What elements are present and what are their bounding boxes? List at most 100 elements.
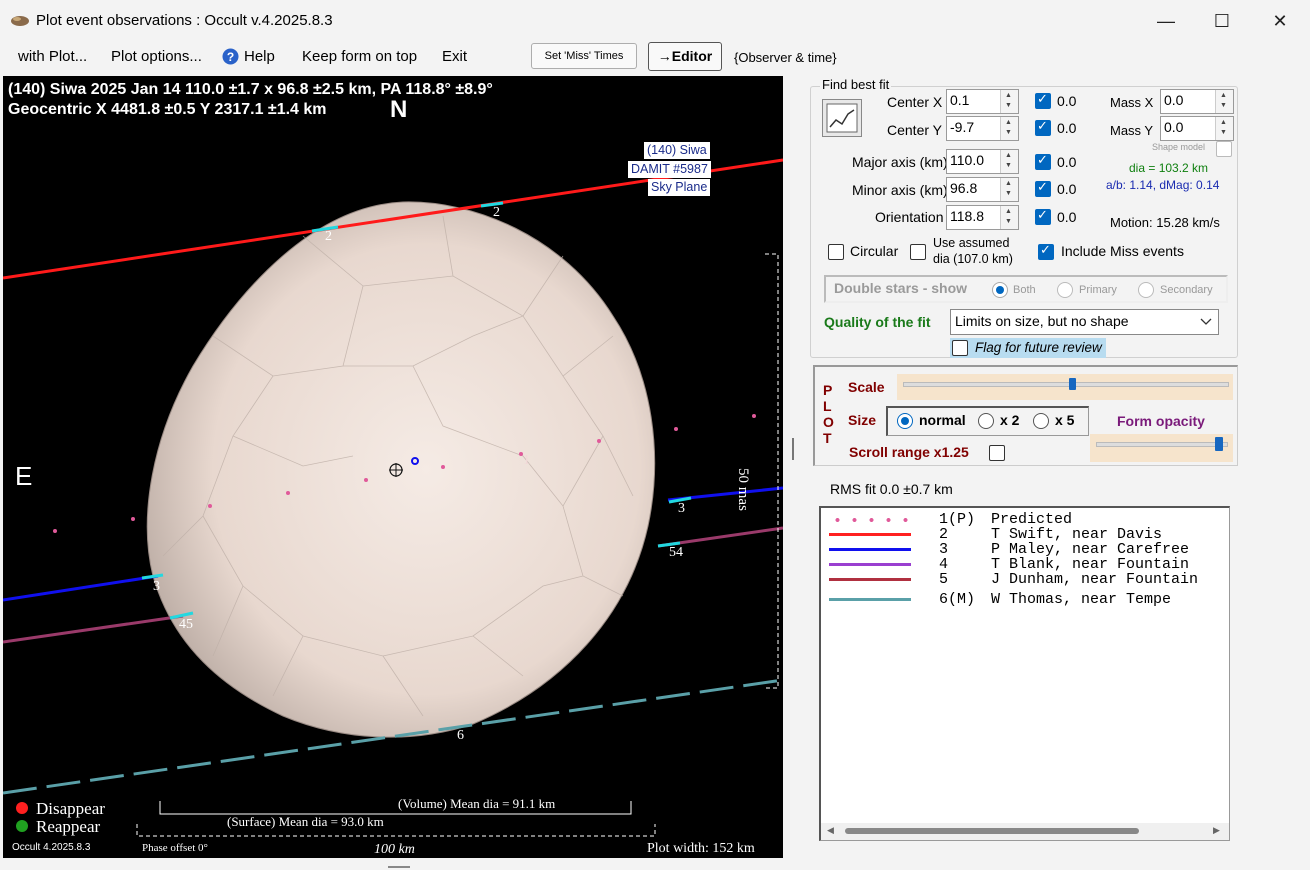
mas-scale-bar [765,253,779,689]
major-axis-input[interactable]: 110.0 ▲ ▼ [946,149,1019,174]
both-radio[interactable] [992,282,1008,298]
surface-scale-bar [136,824,656,837]
app-icon [11,16,29,26]
mass-y-input[interactable]: 0.0 ▲ ▼ [1160,116,1234,141]
quality-select[interactable]: Limits on size, but no shape [950,309,1219,335]
legend-swatch [829,578,911,581]
orientation-input[interactable]: 118.8 ▲ ▼ [946,205,1019,230]
disappear-dot [16,802,28,814]
mass-x-value: 0.0 [1164,92,1184,108]
minimize-icon: — [1157,11,1175,31]
plot-letter: L [823,398,832,414]
mass-x-input[interactable]: 0.0 ▲ ▼ [1160,89,1234,114]
plot-header-line2: Geocentric X 4481.8 ±0.5 Y 2317.1 ±1.4 k… [8,101,327,118]
opacity-slider-thumb[interactable] [1215,437,1223,451]
spinner-arrows-icon[interactable]: ▲ ▼ [1000,206,1018,229]
primary-label: Primary [1079,284,1117,296]
spinner-arrows-icon[interactable]: ▲ ▼ [1000,178,1018,201]
spinner-arrows-icon[interactable]: ▲ ▼ [1000,117,1018,140]
center-y-checkbox[interactable] [1035,118,1051,136]
menu-keep-on-top[interactable]: Keep form on top [302,48,417,65]
minor-axis-delta: 0.0 [1057,181,1077,197]
sky-plane-tag: Sky Plane [648,179,711,196]
primary-radio[interactable] [1057,282,1073,298]
maximize-button[interactable]: ☐ [1194,4,1250,38]
volume-scale-bar [159,801,632,815]
center-x-label: Center X [887,94,943,110]
km-scale-label: 100 km [374,842,415,857]
legend-text: J Dunham, near Fountain [991,571,1199,588]
legend-list[interactable]: 1(P) Predicted 2 T Swift, near Davis 3 P Male… [819,506,1230,841]
set-miss-times-button[interactable]: Set 'Miss' Times [531,43,637,69]
size-x2-label: x 2 [1000,412,1020,428]
chord-label: 5 [669,545,676,560]
scroll-left-icon[interactable]: ◀ [827,825,834,836]
fit-button[interactable] [822,99,862,137]
ab-dmag-label: a/b: 1.14, dMag: 0.14 [1106,178,1220,192]
close-button[interactable]: ✕ [1252,4,1308,38]
splitter-handle[interactable] [792,438,794,460]
plot-letter: T [823,430,832,446]
scale-slider-thumb[interactable] [1069,378,1076,390]
help-label: Help [244,48,275,65]
spinner-arrows-icon[interactable]: ▲ ▼ [1000,150,1018,173]
flag-review-checkbox[interactable] [952,340,968,356]
menu-help[interactable]: ? Help [222,48,275,65]
horizontal-scrollbar[interactable]: ◀ ▶ [821,823,1229,840]
size-normal-label: normal [919,412,966,428]
major-axis-checkbox[interactable] [1035,152,1051,170]
include-miss-checkbox[interactable] [1038,242,1054,260]
reappear-dot [16,820,28,832]
orientation-checkbox[interactable] [1035,207,1051,225]
double-stars-label: Double stars - show [834,280,968,296]
spinner-arrows-icon[interactable]: ▲ ▼ [1000,90,1018,113]
scrollbar-thumb[interactable] [845,828,1139,834]
quality-label: Quality of the fit [824,314,931,330]
spinner-arrows-icon[interactable]: ▲ ▼ [1215,90,1233,113]
size-x5-radio[interactable] [1033,413,1049,429]
svg-text:?: ? [227,50,234,64]
shape-model-checkbox[interactable] [1216,141,1232,157]
minor-axis-input[interactable]: 96.8 ▲ ▼ [946,177,1019,202]
plot-canvas[interactable]: (140) Siwa 2025 Jan 14 110.0 ±1.7 x 96.8… [3,76,783,858]
chord-label: 1 [523,453,530,468]
menu-plot-options[interactable]: Plot options... [111,48,202,65]
use-assumed-checkbox[interactable] [910,244,926,260]
resize-grip[interactable] [388,866,410,868]
size-x2-radio[interactable] [978,413,994,429]
legend-text: W Thomas, near Tempe [991,591,1172,608]
menu-exit[interactable]: Exit [442,48,467,65]
motion-label: Motion: 15.28 km/s [1110,215,1220,230]
spinner-arrows-icon[interactable]: ▲ ▼ [1215,117,1233,140]
secondary-label: Secondary [1160,284,1213,296]
secondary-radio[interactable] [1138,282,1154,298]
title-bar: Plot event observations : Occult v.4.202… [0,0,1310,42]
menu-with-plot[interactable]: with Plot... [18,48,87,65]
center-x-checkbox[interactable] [1035,91,1051,109]
minimize-button[interactable]: — [1138,4,1194,38]
chord-label: 3 [153,579,160,594]
size-normal-radio[interactable] [897,413,913,429]
center-x-input[interactable]: 0.1 ▲ ▼ [946,89,1019,114]
scroll-right-icon[interactable]: ▶ [1213,825,1220,836]
window-title: Plot event observations : Occult v.4.202… [36,12,333,29]
scale-slider[interactable] [897,374,1233,400]
legend-swatch [829,533,911,536]
minor-axis-checkbox[interactable] [1035,179,1051,197]
use-assumed-label-1: Use assumed [933,236,1010,250]
form-opacity-slider[interactable] [1090,434,1233,462]
chord-label: 6 [457,728,464,743]
flag-review-box[interactable]: Flag for future review [950,338,1106,358]
minor-axis-label: Minor axis (km) [852,182,948,198]
circular-checkbox[interactable] [828,244,844,260]
legend-swatch [829,598,911,601]
both-label: Both [1013,284,1036,296]
major-axis-value: 110.0 [950,152,984,168]
major-axis-label: Major axis (km) [852,154,948,170]
center-y-input[interactable]: -9.7 ▲ ▼ [946,116,1019,141]
observer-time-label: {Observer & time} [734,50,837,65]
editor-button[interactable]: →Editor [648,42,722,71]
scroll-range-checkbox[interactable] [989,445,1005,461]
north-label: N [390,96,408,123]
damit-tag: DAMIT #5987 [628,161,711,178]
